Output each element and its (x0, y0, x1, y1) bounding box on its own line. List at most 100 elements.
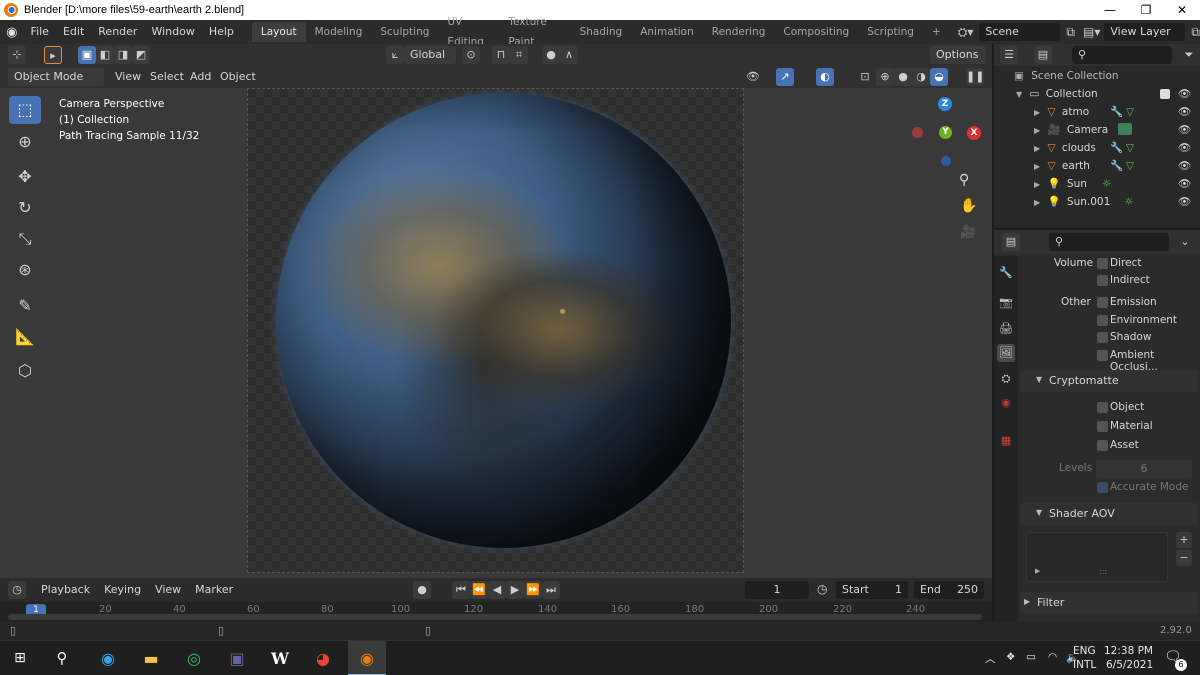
tab-animation[interactable]: Animation (631, 22, 703, 42)
play-icon[interactable]: ▶ (506, 581, 524, 599)
scene-copy-icon[interactable]: ⧉ (1066, 25, 1075, 40)
edge-icon[interactable]: ◉ (90, 641, 126, 675)
environment-checkbox[interactable] (1097, 315, 1108, 326)
snap-target-icon[interactable]: ⌗ (510, 46, 528, 64)
menu-object[interactable]: Object (213, 65, 263, 89)
aov-add-button[interactable]: + (1176, 532, 1192, 548)
levels-field[interactable]: 6 (1096, 460, 1192, 478)
select-box-tool-icon[interactable]: ⬚ (9, 96, 41, 124)
texture-tab-icon[interactable]: ▦ (997, 432, 1015, 450)
outliner-display-icon[interactable]: ▤ (1034, 46, 1052, 64)
visibility-eye-icon[interactable]: 👁 (1178, 103, 1191, 121)
visibility-eye-icon[interactable]: 👁 (1178, 193, 1191, 211)
tab-shading[interactable]: Shading (571, 22, 632, 42)
3d-viewport[interactable]: Camera Perspective (1) Collection Path T… (0, 88, 992, 578)
outliner-item[interactable]: ▶ ▽ clouds 🔧 ▽ 👁 (994, 139, 1200, 157)
gizmo-z-axis[interactable]: Z (938, 97, 952, 111)
wifi-icon[interactable]: ◠ (1048, 651, 1057, 663)
outliner-item[interactable]: ▶ ▽ earth 🔧 ▽ 👁 (994, 157, 1200, 175)
tab-layout[interactable]: Layout (251, 22, 306, 42)
properties-editor-icon[interactable]: ▤ (1002, 233, 1020, 251)
outliner-item[interactable]: ▶ ▽ atmo 🔧 ▽ 👁 (994, 103, 1200, 121)
expand-arrow-icon[interactable]: ▶ (1034, 126, 1040, 135)
timeline-playback-menu[interactable]: Playback (34, 578, 97, 602)
teams-icon[interactable]: ▣ (219, 641, 255, 675)
tab-rendering[interactable]: Rendering (703, 22, 775, 42)
clock-time[interactable]: 12:38 PM (1104, 645, 1153, 657)
shading-rendered-icon[interactable]: ◒ (930, 68, 948, 86)
menu-edit[interactable]: Edit (56, 20, 91, 44)
visibility-eye-icon[interactable]: 👁 (1178, 85, 1191, 103)
transform-orientation-icon[interactable]: ⟀ (386, 46, 404, 64)
transform-orientation-select[interactable]: Global (404, 46, 456, 64)
visibility-eye-icon[interactable]: 👁 (1178, 157, 1191, 175)
language-line1[interactable]: ENG (1073, 645, 1096, 657)
properties-search-input[interactable]: ⚲ (1049, 233, 1169, 251)
gizmo-neg-x[interactable] (912, 127, 923, 138)
play-reverse-icon[interactable]: ◀ (488, 581, 506, 599)
battery-icon[interactable]: ▭ (1026, 651, 1036, 663)
blender-menu-icon[interactable]: ◉ (0, 25, 24, 40)
rotate-tool-icon[interactable]: ↻ (9, 194, 41, 222)
close-button[interactable]: ✕ (1164, 0, 1200, 20)
pause-render-icon[interactable]: ❚❚ (966, 68, 984, 86)
zoom-icon[interactable]: ⚲ (959, 172, 969, 188)
gizmo-neg-z[interactable] (941, 156, 951, 166)
scene-field[interactable]: Scene (979, 23, 1061, 41)
menu-help[interactable]: Help (202, 20, 241, 44)
next-keyframe-icon[interactable]: ⏩ (524, 581, 542, 599)
expand-arrow-icon[interactable]: ▶ (1034, 108, 1040, 117)
crypto-asset-checkbox[interactable] (1097, 440, 1108, 451)
snap-icon[interactable]: ⊓ (492, 46, 510, 64)
gizmo-x-axis[interactable]: X (967, 126, 981, 140)
jump-end-icon[interactable]: ⏭ (542, 581, 560, 599)
language-line2[interactable]: INTL (1073, 659, 1096, 671)
select-mode-subtract-icon[interactable]: ◨ (114, 46, 132, 64)
tab-modeling[interactable]: Modeling (306, 22, 372, 42)
shading-material-icon[interactable]: ◑ (912, 68, 930, 86)
annotate-tool-icon[interactable]: ✎ (9, 292, 41, 320)
editor-type-icon[interactable]: ⊹ (8, 46, 26, 64)
expand-arrow-icon[interactable]: ▶ (1034, 198, 1040, 207)
visibility-icon[interactable]: 👁 (744, 68, 762, 86)
falloff-icon[interactable]: ∧ (560, 46, 578, 64)
add-workspace-button[interactable]: + (923, 22, 950, 42)
tab-sculpting[interactable]: Sculpting (371, 22, 438, 42)
shadow-checkbox[interactable] (1097, 332, 1108, 343)
direct-checkbox[interactable] (1097, 258, 1108, 269)
tab-scripting[interactable]: Scripting (858, 22, 923, 42)
accurate-mode-checkbox[interactable] (1097, 482, 1108, 493)
xray-icon[interactable]: ⊡ (856, 68, 874, 86)
dropbox-icon[interactable]: ❖ (1006, 651, 1015, 663)
list-resize-handle-icon[interactable]: ::: (1099, 567, 1107, 576)
whatsapp-icon[interactable]: ◎ (176, 641, 212, 675)
crypto-object-checkbox[interactable] (1097, 402, 1108, 413)
view-layer-tab-icon[interactable]: 🖼 (997, 344, 1015, 362)
properties-dropdown-icon[interactable]: ⌄ (1176, 233, 1194, 251)
scene-tab-icon[interactable]: ⛭ (997, 370, 1015, 388)
search-icon[interactable]: ⚲ (44, 641, 80, 675)
shading-wireframe-icon[interactable]: ⊕ (876, 68, 894, 86)
gizmo-y-axis[interactable]: Y (939, 126, 952, 139)
menu-window[interactable]: Window (144, 20, 201, 44)
measure-tool-icon[interactable]: 📐 (9, 323, 41, 351)
timeline-body[interactable]: 1 20 40 60 80 100 120 140 160 180 200 22… (0, 602, 992, 622)
end-frame-field[interactable]: End 250 (914, 581, 984, 599)
outliner-editor-icon[interactable]: ☰ (1000, 46, 1018, 64)
minimize-button[interactable]: — (1092, 0, 1128, 20)
timeline-keying-menu[interactable]: Keying (97, 578, 148, 602)
list-expand-icon[interactable]: ▶ (1035, 567, 1040, 575)
visibility-eye-icon[interactable]: 👁 (1178, 175, 1191, 193)
chrome-icon[interactable]: ◕ (305, 641, 341, 675)
transform-tool-icon[interactable]: ⊛ (9, 256, 41, 284)
timeline-editor-icon[interactable]: ◷ (8, 581, 26, 599)
start-frame-field[interactable]: Start 1 (836, 581, 908, 599)
outliner-item[interactable]: ▶ 🎥 Camera 👁 (994, 121, 1200, 139)
start-windows-icon[interactable]: ⊞ (2, 641, 38, 675)
shader-aov-panel-header[interactable]: ▼ Shader AOV (1020, 503, 1198, 525)
crypto-material-checkbox[interactable] (1097, 421, 1108, 432)
timeline-scrollbar[interactable] (8, 614, 982, 620)
visibility-eye-icon[interactable]: 👁 (1178, 121, 1191, 139)
proportional-edit-icon[interactable]: ● (542, 46, 560, 64)
emission-checkbox[interactable] (1097, 297, 1108, 308)
